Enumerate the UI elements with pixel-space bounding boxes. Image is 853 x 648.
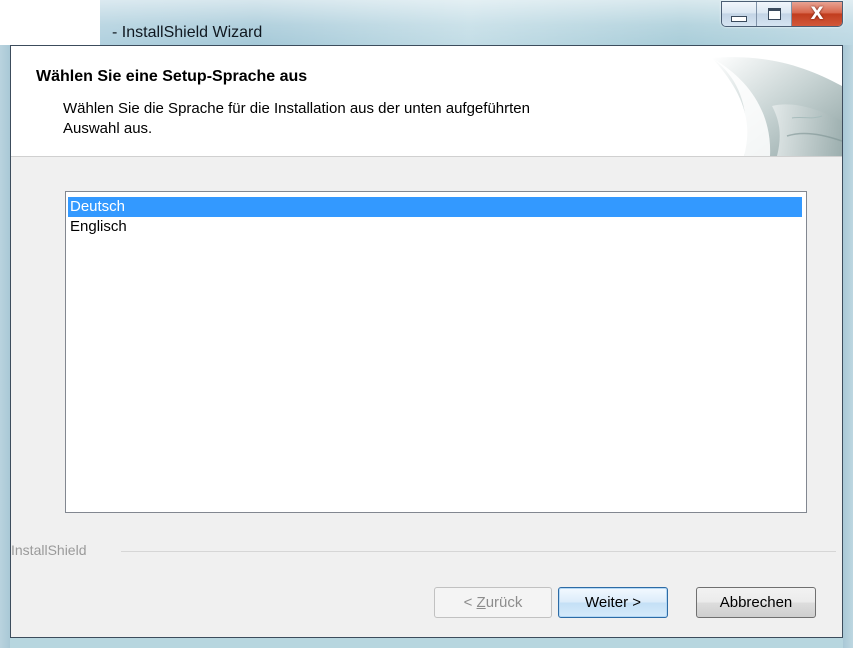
- back-button-prefix: <: [463, 594, 477, 611]
- maximize-button[interactable]: [757, 2, 792, 26]
- cancel-button[interactable]: Abbrechen: [696, 587, 816, 618]
- page-description: Wählen Sie die Sprache für die Installat…: [63, 100, 530, 137]
- back-button-rest: urück: [485, 594, 523, 611]
- installshield-brand-label: InstallShield: [11, 542, 87, 558]
- installer-window: - InstallShield Wizard X Wählen Sie eine…: [0, 0, 853, 648]
- page-curl-graphic: [712, 57, 842, 156]
- wizard-header: Wählen Sie eine Setup-Sprache aus Wählen…: [11, 46, 842, 157]
- footer-separator: [121, 551, 836, 552]
- caption-buttons: X: [721, 1, 843, 27]
- title-bar-blank-area: [0, 0, 100, 45]
- close-icon: X: [810, 4, 824, 24]
- maximize-icon: [767, 8, 781, 20]
- list-item-englisch[interactable]: Englisch: [68, 217, 802, 237]
- next-button[interactable]: Weiter >: [558, 587, 668, 618]
- window-title: - InstallShield Wizard: [112, 24, 263, 41]
- back-button[interactable]: < Zurück: [434, 587, 552, 618]
- list-item-deutsch[interactable]: Deutsch: [68, 197, 802, 217]
- minimize-button[interactable]: [722, 2, 757, 26]
- page-title: Wählen Sie eine Setup-Sprache aus: [36, 68, 308, 85]
- language-listbox[interactable]: Deutsch Englisch: [65, 191, 807, 513]
- back-button-mnemonic: Z: [476, 594, 486, 611]
- title-bar[interactable]: - InstallShield Wizard X: [0, 0, 853, 45]
- window-frame-left: [0, 45, 10, 648]
- window-frame-right: [843, 45, 853, 648]
- dialog-client-area: Wählen Sie eine Setup-Sprache aus Wählen…: [10, 45, 843, 638]
- close-button[interactable]: X: [792, 2, 842, 26]
- minimize-icon: [731, 15, 747, 22]
